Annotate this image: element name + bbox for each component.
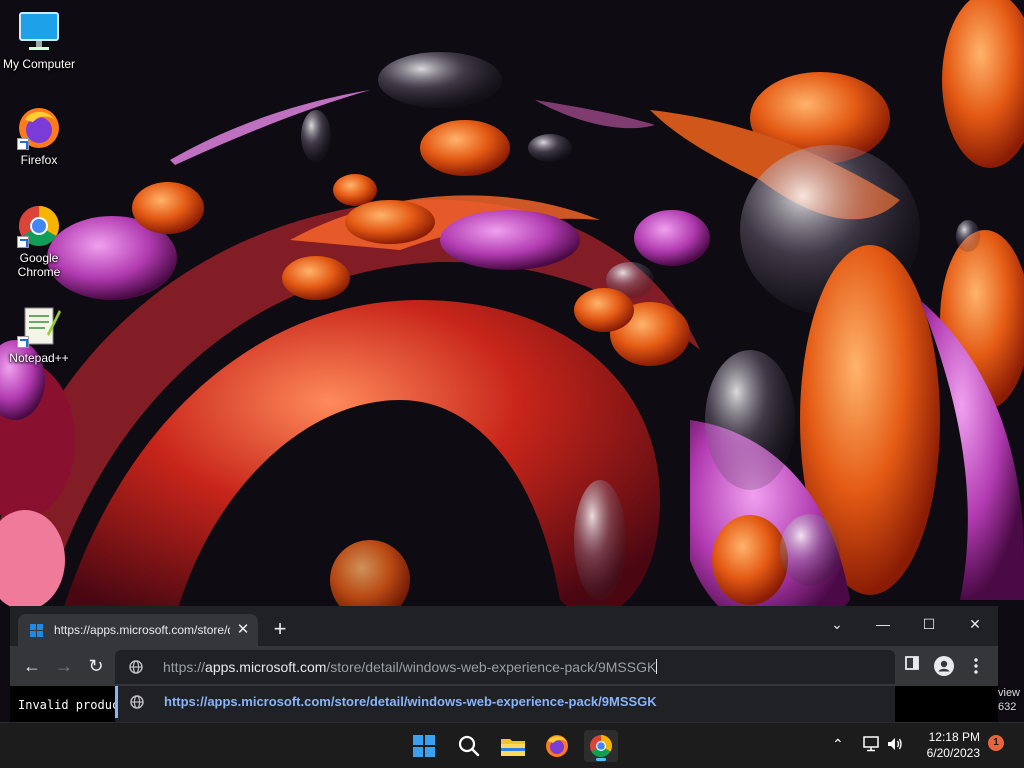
url-host: apps.microsoft.com — [205, 659, 327, 675]
taskbar-clock[interactable]: 12:18 PM 6/20/2023 — [910, 729, 980, 761]
clock-date: 6/20/2023 — [926, 746, 980, 760]
desktop-icon-label: Google Chrome — [17, 251, 61, 279]
page-content-right — [895, 686, 998, 722]
network-icon[interactable] — [862, 736, 880, 757]
search-icon — [458, 735, 480, 757]
url-path: /store/detail/windows-web-experience-pac… — [326, 659, 657, 675]
desktop-icon-google-chrome[interactable]: Google Chrome — [1, 204, 77, 279]
shortcut-arrow-icon — [17, 138, 29, 150]
new-tab-button[interactable]: + — [268, 618, 292, 642]
tab-title: https://apps.microsoft.com/store/detail/… — [54, 623, 230, 637]
suggestion-url: https://apps.microsoft.com/store/detail/… — [164, 694, 657, 709]
microsoft-store-favicon-icon — [30, 624, 43, 637]
tab-close-button[interactable]: ✕ — [234, 621, 252, 639]
side-panel-button[interactable] — [900, 654, 924, 678]
desktop-icon-notepad-plus-plus[interactable]: Notepad++ — [1, 304, 77, 365]
desktop-icon-label: Firefox — [20, 153, 58, 167]
peek-text: view — [998, 687, 1021, 699]
volume-icon[interactable] — [886, 736, 904, 757]
omnibox-suggestion[interactable]: https://apps.microsoft.com/store/detail/… — [115, 686, 895, 718]
firefox-icon — [17, 106, 61, 150]
taskbar: ⌃ 12:18 PM 6/20/2023 — [0, 722, 1024, 768]
shortcut-arrow-icon — [17, 236, 29, 248]
side-panel-icon — [905, 656, 919, 670]
close-window-button[interactable]: ✕ — [952, 610, 998, 638]
tab-microsoft-store[interactable]: https://apps.microsoft.com/store/detail/… — [18, 614, 258, 646]
profile-icon — [934, 656, 954, 676]
file-explorer-icon — [501, 739, 525, 756]
chrome-window: https://apps.microsoft.com/store/detail/… — [10, 606, 998, 722]
notepad-plus-plus-icon — [17, 304, 61, 348]
shortcut-arrow-icon — [17, 336, 29, 348]
tab-search-button[interactable]: ⌄ — [814, 610, 860, 638]
profile-button[interactable] — [932, 654, 956, 678]
peek-text: 632 — [998, 701, 1017, 713]
back-button[interactable]: ← — [20, 654, 44, 678]
windows-start-icon — [413, 735, 435, 757]
notification-badge[interactable]: 1 — [988, 735, 1004, 751]
page-error-text: Invalid product — [18, 698, 115, 712]
url-scheme: https:// — [163, 659, 206, 675]
active-app-indicator — [596, 758, 606, 761]
desktop-icon-label: My Computer — [2, 57, 76, 71]
maximize-button[interactable]: ☐ — [906, 610, 952, 638]
desktop-icon-label: Notepad++ — [9, 351, 69, 365]
forward-button[interactable]: → — [52, 654, 76, 678]
start-button[interactable] — [407, 730, 441, 762]
text-cursor — [656, 659, 658, 674]
firefox-taskbar-button[interactable] — [540, 730, 574, 762]
globe-icon — [130, 695, 144, 709]
minimize-button[interactable]: — — [860, 610, 906, 638]
desktop-icon-my-computer[interactable]: My Computer — [1, 10, 77, 71]
chrome-icon — [17, 204, 61, 248]
clock-time: 12:18 PM — [928, 730, 980, 744]
chrome-taskbar-button[interactable] — [584, 730, 618, 762]
browser-toolbar: ← → ↻ https://apps.microsoft.com/store/d… — [10, 646, 998, 686]
menu-button[interactable] — [964, 654, 988, 678]
address-bar[interactable]: https://apps.microsoft.com/store/detail/… — [115, 650, 895, 684]
tab-strip: https://apps.microsoft.com/store/detail/… — [10, 606, 998, 646]
firefox-icon — [546, 735, 568, 757]
page-content: Invalid product — [10, 686, 115, 722]
globe-icon — [129, 660, 143, 674]
address-bar-url: https://apps.microsoft.com/store/detail/… — [163, 659, 658, 675]
background-window-peek: view 632 — [998, 686, 1024, 718]
desktop-icon-firefox[interactable]: Firefox — [1, 106, 77, 167]
file-explorer-button[interactable] — [496, 730, 530, 762]
reload-button[interactable]: ↻ — [84, 654, 108, 678]
system-tray-chevron[interactable]: ⌃ — [832, 736, 844, 753]
monitor-icon — [17, 10, 61, 54]
kebab-menu-icon — [974, 658, 978, 674]
search-button[interactable] — [452, 730, 486, 762]
